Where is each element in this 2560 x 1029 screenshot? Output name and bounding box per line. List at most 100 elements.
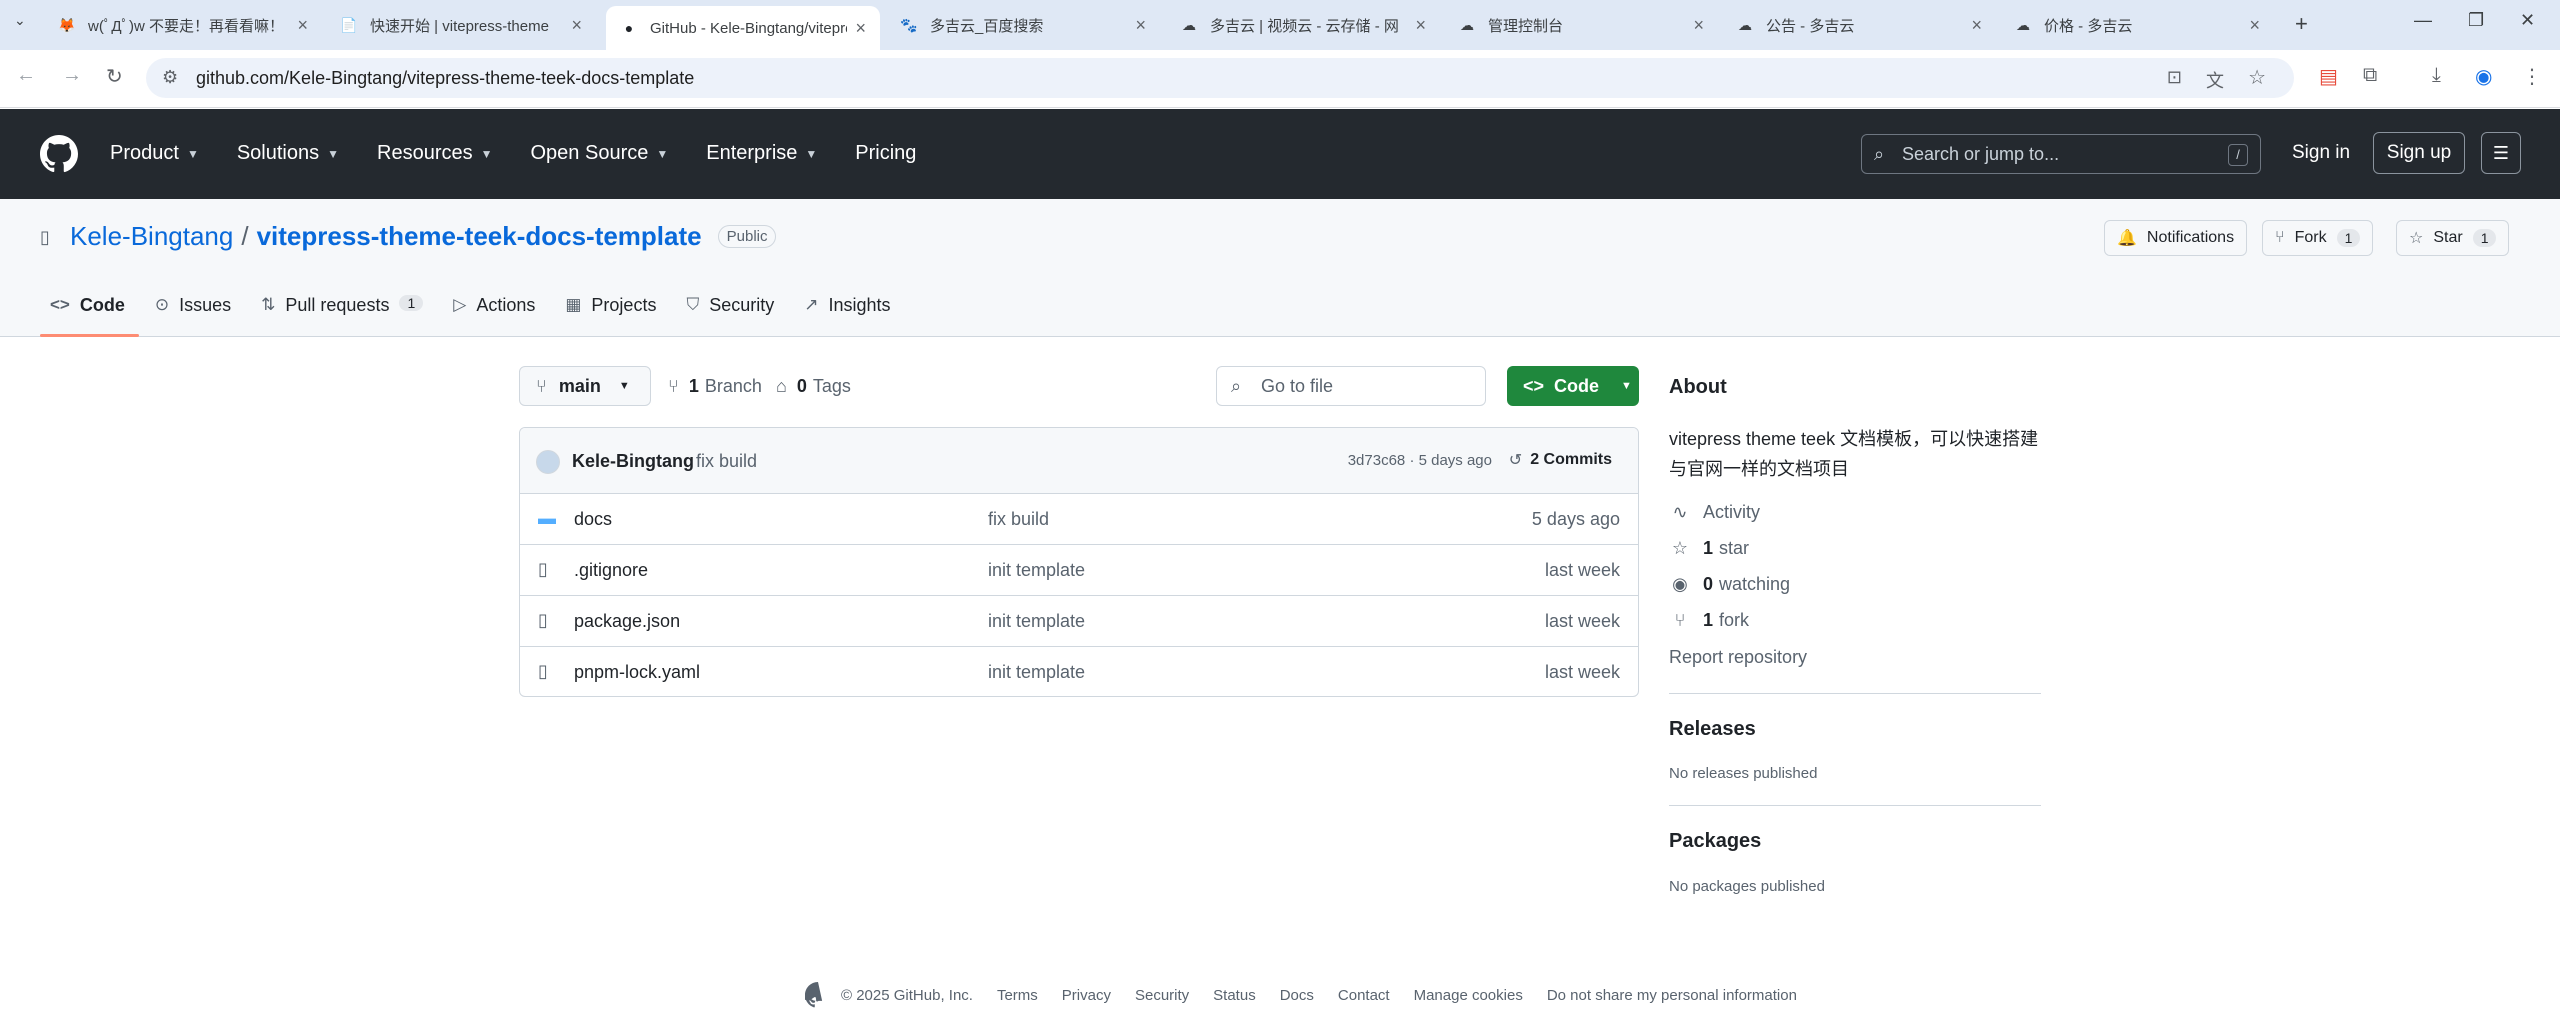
nav-enterprise[interactable]: Enterprise ▼ [706, 142, 817, 165]
commits-link[interactable]: ↺ 2 Commits [1509, 450, 1612, 470]
site-info-icon[interactable]: ⚙ [162, 67, 178, 88]
repo-tabs: <> Code ⊙ Issues ⇅ Pull requests 1 ▷ Actions ▦ Pro… [40, 291, 911, 337]
close-tab-icon[interactable]: × [2249, 15, 2260, 36]
releases-heading[interactable]: Releases [1669, 718, 1756, 741]
settings-menu-icon[interactable]: ☰ [2481, 132, 2521, 174]
repo-tab-label: Security [709, 295, 775, 315]
file-name-link[interactable]: .gitignore [574, 560, 648, 581]
search-input[interactable]: ⌕ Search or jump to... / [1861, 134, 2261, 174]
profile-icon[interactable]: ◉ [2475, 64, 2492, 89]
nav-product[interactable]: Product ▼ [110, 142, 199, 165]
favicon-icon: ☁ [1460, 16, 1474, 33]
branch-name: main [558, 375, 601, 396]
footer-link[interactable]: Privacy [1062, 987, 1111, 1004]
file-commit-message-link[interactable]: init template [988, 662, 1085, 683]
address-bar-row: ← → ↻ ⚙ github.com/Kele-Bingtang/vitepre… [0, 50, 2560, 108]
file-commit-message-link[interactable]: init template [988, 611, 1085, 632]
sign-in-link[interactable]: Sign in [2292, 142, 2350, 164]
footer-link[interactable]: Status [1213, 987, 1256, 1004]
minimize-icon[interactable]: — [2414, 10, 2432, 31]
close-tab-icon[interactable]: × [855, 18, 866, 39]
file-name-link[interactable]: package.json [574, 611, 680, 632]
repo-tab-security[interactable]: ⛉ Security [676, 291, 788, 337]
branches-link[interactable]: ⑂ 1 Branch [668, 376, 762, 397]
github-logo-icon[interactable] [40, 135, 78, 173]
restore-icon[interactable]: ❐ [2468, 10, 2484, 31]
nav-solutions[interactable]: Solutions ▼ [237, 142, 339, 165]
sign-up-button[interactable]: Sign up [2373, 132, 2465, 174]
browser-tab[interactable]: 🦊 w(ﾟДﾟ)w 不要走！再看看嘛！ × [44, 6, 322, 44]
commit-hash-time[interactable]: 3d73c68 · 5 days ago [1348, 452, 1492, 469]
footer-link[interactable]: Terms [997, 987, 1038, 1004]
extensions-icon[interactable]: ⧉ [2363, 64, 2377, 87]
nav-open-source[interactable]: Open Source ▼ [531, 142, 669, 165]
repo-owner-link[interactable]: Kele-Bingtang [70, 221, 233, 252]
browser-tab-title: 多吉云_百度搜索 [930, 17, 1044, 35]
forward-icon[interactable]: → [62, 64, 82, 87]
notifications-button[interactable]: 🔔 Notifications [2104, 220, 2248, 256]
tags-label: Tags [812, 376, 851, 396]
footer-link[interactable]: Manage cookies [1414, 987, 1523, 1004]
packages-heading[interactable]: Packages [1669, 830, 1761, 853]
file-commit-message-link[interactable]: init template [988, 560, 1085, 581]
browser-tab[interactable]: ● GitHub - Kele-Bingtang/vitepress × [606, 6, 880, 50]
close-window-icon[interactable]: ✕ [2520, 10, 2535, 31]
footer-link[interactable]: Docs [1280, 987, 1314, 1004]
browser-tab[interactable]: 📄 快速开始 | vitepress-theme × [326, 6, 596, 44]
download-icon[interactable]: ⤓ [2432, 64, 2441, 87]
repo-name-link[interactable]: vitepress-theme-teek-docs-template [257, 221, 702, 252]
install-icon[interactable]: ⊡ [2167, 67, 2182, 88]
browser-tab[interactable]: ☁ 价格 - 多吉云 × [2000, 6, 2274, 44]
report-repository-link[interactable]: Report repository [1669, 647, 1807, 668]
file-commit-message-link[interactable]: fix build [988, 509, 1049, 530]
star-button[interactable]: ☆ Star 1 [2396, 220, 2510, 256]
repo-tab-insights[interactable]: ↗ Insights [794, 291, 904, 337]
nav-pricing[interactable]: Pricing [855, 142, 916, 165]
omnibox[interactable]: ⚙ github.com/Kele-Bingtang/vitepress-the… [146, 58, 2294, 98]
watching-link[interactable]: ◉ 0 watching [1669, 574, 1790, 595]
forks-link[interactable]: ⑂ 1 fork [1669, 610, 1749, 631]
tab-search-icon[interactable]: ⌄ [14, 12, 26, 29]
menu-dots-icon[interactable]: ⋮ [2522, 64, 2542, 89]
file-name-link[interactable]: docs [574, 509, 612, 530]
back-icon[interactable]: ← [16, 64, 36, 87]
avatar[interactable] [536, 450, 560, 474]
commit-author-link[interactable]: Kele-Bingtang [572, 451, 694, 472]
close-tab-icon[interactable]: × [297, 15, 308, 36]
browser-tab[interactable]: 🐾 多吉云_百度搜索 × [886, 6, 1160, 44]
repo-tab-issues[interactable]: ⊙ Issues [145, 291, 245, 337]
branch-select-button[interactable]: ⑂ main ▼ [519, 366, 651, 406]
url-text[interactable]: github.com/Kele-Bingtang/vitepress-theme… [196, 68, 694, 89]
browser-tab[interactable]: ☁ 多吉云 | 视频云 - 云存储 - 网 × [1166, 6, 1440, 44]
translate-icon[interactable]: 文 [2206, 67, 2224, 93]
reload-icon[interactable]: ↻ [106, 64, 123, 89]
repo-tab-code[interactable]: <> Code [40, 291, 139, 337]
file-name-link[interactable]: pnpm-lock.yaml [574, 662, 700, 683]
close-tab-icon[interactable]: × [1415, 15, 1426, 36]
footer-link[interactable]: Security [1135, 987, 1189, 1004]
fork-button[interactable]: ⑂ Fork 1 [2262, 220, 2374, 256]
close-tab-icon[interactable]: × [1135, 15, 1146, 36]
close-tab-icon[interactable]: × [1971, 15, 1982, 36]
go-to-file-input[interactable]: ⌕ Go to file [1216, 366, 1486, 406]
repo-tab-actions[interactable]: ▷ Actions [443, 291, 549, 337]
activity-link[interactable]: ∿ Activity [1669, 502, 1760, 523]
extension-red-icon[interactable]: ▤ [2319, 64, 2338, 89]
close-tab-icon[interactable]: × [1693, 15, 1704, 36]
repo-tab-pull-requests[interactable]: ⇅ Pull requests 1 [251, 291, 437, 337]
repo-tab-projects[interactable]: ▦ Projects [555, 291, 670, 337]
new-tab-icon[interactable]: + [2295, 11, 2308, 37]
nav-resources[interactable]: Resources ▼ [377, 142, 493, 165]
close-tab-icon[interactable]: × [571, 15, 582, 36]
footer-link[interactable]: Do not share my personal information [1547, 987, 1797, 1004]
github-logo-icon[interactable] [805, 982, 831, 1008]
bookmark-star-icon[interactable]: ☆ [2248, 65, 2266, 90]
tags-link[interactable]: ⌂ 0 Tags [776, 376, 851, 397]
commit-message-link[interactable]: fix build [696, 451, 757, 472]
code-button[interactable]: <> Code ▼ [1507, 366, 1639, 406]
browser-tab[interactable]: ☁ 管理控制台 × [1444, 6, 1718, 44]
browser-tab[interactable]: ☁ 公告 - 多吉云 × [1722, 6, 1996, 44]
stars-link[interactable]: ☆ 1 star [1669, 538, 1749, 559]
file-row: ▬ docs fix build 5 days ago [520, 494, 1638, 545]
footer-link[interactable]: Contact [1338, 987, 1390, 1004]
